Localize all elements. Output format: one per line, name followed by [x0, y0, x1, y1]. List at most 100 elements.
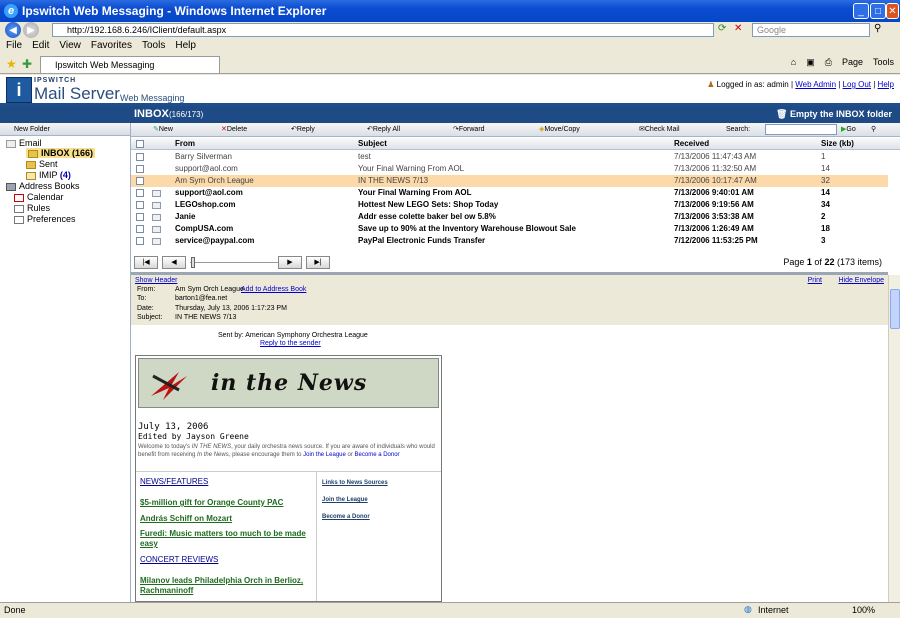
- story-link[interactable]: Furedi: Music matters too much to be mad…: [140, 529, 312, 549]
- row-checkbox[interactable]: [136, 177, 144, 185]
- go-button[interactable]: ▶Go: [841, 123, 856, 137]
- message-row[interactable]: Janie Addr esse colette baker bel ow 5.8%…: [131, 211, 888, 223]
- page-slider-track[interactable]: [190, 262, 280, 263]
- browser-search-input[interactable]: Google: [752, 23, 870, 37]
- join-league-side-link[interactable]: Join the League: [322, 497, 368, 503]
- new-button[interactable]: ✎New: [153, 123, 173, 137]
- add-to-address-book-link[interactable]: Add to Address Book: [241, 286, 306, 293]
- message-row[interactable]: CompUSA.com Save up to 90% at the Invento…: [131, 223, 888, 235]
- message-subject: Save up to 90% at the Inventory Warehous…: [358, 224, 576, 233]
- sidebar-item-calendar[interactable]: Calendar: [14, 192, 64, 202]
- log-out-link[interactable]: Log Out: [843, 80, 871, 89]
- row-checkbox[interactable]: [136, 225, 144, 233]
- add-favorite-icon[interactable]: ✚: [22, 57, 32, 71]
- tools-menu[interactable]: Tools: [873, 57, 894, 68]
- intro-em: In the News: [197, 452, 229, 458]
- favorites-star-icon[interactable]: ★: [6, 57, 17, 71]
- news-sources-link[interactable]: Links to News Sources: [322, 480, 388, 486]
- reply-all-label: Reply All: [372, 126, 401, 133]
- move-copy-button[interactable]: ◈Move/Copy: [539, 123, 580, 137]
- back-button[interactable]: ◀: [5, 22, 21, 38]
- row-checkbox[interactable]: [136, 237, 144, 245]
- new-folder-button[interactable]: New Folder: [0, 123, 130, 136]
- row-checkbox[interactable]: [136, 201, 144, 209]
- menu-view[interactable]: View: [59, 40, 81, 54]
- empty-inbox-button[interactable]: 🗑 Empty the INBOX folder: [776, 109, 892, 120]
- preview-scrollbar[interactable]: [888, 275, 900, 602]
- menu-tools[interactable]: Tools: [142, 40, 165, 54]
- menu-favorites[interactable]: Favorites: [91, 40, 132, 54]
- news-features-heading[interactable]: NEWS/FEATURES: [140, 477, 208, 486]
- scrollbar-thumb[interactable]: [890, 289, 900, 329]
- prev-page-button[interactable]: ◀: [162, 256, 186, 269]
- message-row[interactable]: support@aol.com Your Final Warning From A…: [131, 163, 888, 175]
- reply-button[interactable]: ↶Reply: [291, 123, 315, 137]
- hide-envelope-link[interactable]: Hide Envelope: [838, 277, 884, 284]
- stop-icon[interactable]: ✕: [734, 23, 742, 34]
- sidebar-item-email[interactable]: Email: [6, 138, 42, 148]
- message-row[interactable]: Barry Silverman test 7/13/2006 11:47:43 AM…: [131, 151, 888, 163]
- delete-button[interactable]: ✕Delete: [221, 123, 247, 137]
- column-received[interactable]: Received: [674, 139, 709, 148]
- check-mail-button[interactable]: ✉Check Mail: [639, 123, 680, 137]
- menu-file[interactable]: File: [6, 40, 22, 54]
- help-link[interactable]: Help: [878, 80, 894, 89]
- print-icon[interactable]: ⎙: [825, 57, 832, 68]
- message-subject: IN THE NEWS 7/13: [358, 176, 429, 185]
- page-slider-handle[interactable]: [191, 257, 195, 268]
- sidebar-item-rules[interactable]: Rules: [14, 203, 50, 213]
- reply-all-button[interactable]: ↶Reply All: [367, 123, 400, 137]
- feeds-icon[interactable]: ▣: [806, 57, 815, 68]
- row-checkbox[interactable]: [136, 153, 144, 161]
- first-page-button[interactable]: |◀: [134, 256, 158, 269]
- minimize-button[interactable]: _: [853, 3, 869, 19]
- row-checkbox[interactable]: [136, 189, 144, 197]
- forward-mail-button[interactable]: ↷Forward: [453, 123, 485, 137]
- maximize-button[interactable]: □: [870, 3, 886, 19]
- sidebar-item-preferences[interactable]: Preferences: [14, 214, 76, 224]
- sidebar-item-imip[interactable]: IMIP (4): [26, 170, 71, 180]
- row-checkbox[interactable]: [136, 165, 144, 173]
- sidebar-item-address-books[interactable]: Address Books: [6, 181, 80, 191]
- message-received: 7/13/2006 9:19:56 AM: [674, 200, 754, 209]
- message-row[interactable]: LEGOshop.com Hottest New LEGO Sets: Shop …: [131, 199, 888, 211]
- menu-edit[interactable]: Edit: [32, 40, 49, 54]
- message-row[interactable]: support@aol.com Your Final Warning From A…: [131, 187, 888, 199]
- select-all-checkbox[interactable]: [136, 140, 144, 148]
- web-admin-link[interactable]: Web Admin: [795, 80, 836, 89]
- search-icon[interactable]: ⚲: [874, 23, 881, 34]
- column-size[interactable]: Size (kb): [821, 139, 854, 148]
- next-page-button[interactable]: ▶: [278, 256, 302, 269]
- column-subject[interactable]: Subject: [358, 139, 387, 148]
- story-link[interactable]: András Schiff on Mozart: [140, 514, 232, 523]
- search-icon[interactable]: ⚲: [871, 123, 876, 137]
- menu-help[interactable]: Help: [175, 40, 196, 54]
- concert-reviews-heading[interactable]: CONCERT REVIEWS: [140, 555, 218, 564]
- message-row-selected[interactable]: Am Sym Orch League IN THE NEWS 7/13 7/13/2…: [131, 175, 888, 187]
- last-page-button[interactable]: ▶|: [306, 256, 330, 269]
- zoom-level[interactable]: 100%: [852, 605, 875, 615]
- sidebar-item-inbox[interactable]: INBOX (166): [26, 148, 96, 158]
- newsletter-editor: Edited by Jayson Greene: [138, 432, 249, 441]
- become-donor-link[interactable]: Become a Donor: [355, 452, 400, 458]
- print-link[interactable]: Print: [808, 277, 822, 284]
- home-icon[interactable]: ⌂: [791, 57, 796, 68]
- column-from[interactable]: From: [175, 139, 195, 148]
- url-field[interactable]: http://192.168.6.246/IClient/default.asp…: [52, 23, 714, 37]
- intro-text: , please encourage them to: [228, 452, 302, 458]
- become-donor-side-link[interactable]: Become a Donor: [322, 514, 370, 520]
- forward-button[interactable]: ▶: [23, 22, 39, 38]
- row-checkbox[interactable]: [136, 213, 144, 221]
- sidebar-item-sent[interactable]: Sent: [26, 159, 58, 169]
- close-button[interactable]: ✕: [886, 3, 899, 19]
- show-header-link[interactable]: Show Header: [135, 277, 177, 284]
- page-menu[interactable]: Page: [842, 57, 863, 68]
- join-league-link[interactable]: Join the League: [303, 452, 346, 458]
- refresh-icon[interactable]: ⟳: [718, 23, 726, 34]
- tab-ipswitch[interactable]: Ipswitch Web Messaging: [40, 56, 220, 73]
- reply-to-sender-link[interactable]: Reply to the sender: [260, 340, 321, 347]
- mail-search-input[interactable]: [765, 124, 837, 135]
- story-link[interactable]: Milanov leads Philadelphia Orch in Berli…: [140, 576, 312, 596]
- story-link[interactable]: $5-million gift for Orange County PAC: [140, 498, 283, 507]
- message-row[interactable]: service@paypal.com PayPal Electronic Fund…: [131, 235, 888, 247]
